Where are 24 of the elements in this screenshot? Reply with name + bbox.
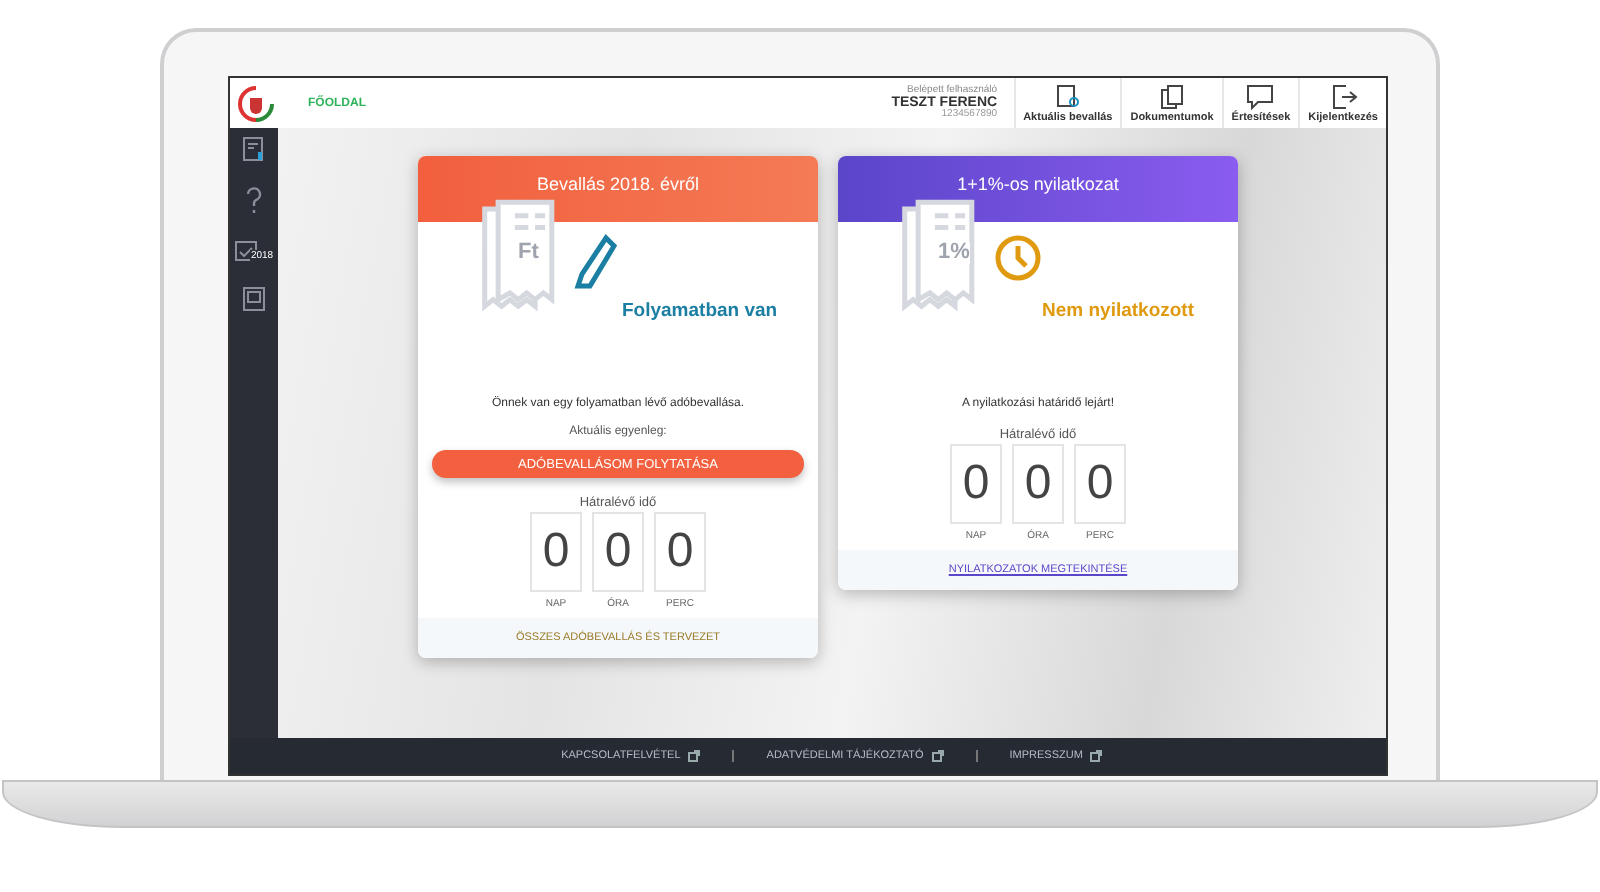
card-title: 1+1%-os nyilatkozat — [957, 174, 1119, 198]
chat-icon — [1246, 83, 1275, 109]
crest-logo — [236, 83, 276, 123]
receipt-label: Ft — [518, 242, 539, 264]
countdown-digit: 0 — [530, 512, 582, 592]
countdown-digit: 0 — [592, 512, 644, 592]
external-link-icon — [931, 750, 944, 762]
document-icon[interactable] — [242, 136, 266, 162]
receipt-label: 1% — [938, 242, 970, 264]
logout-icon — [1329, 83, 1358, 109]
card-title: Bevallás 2018. évről — [536, 174, 700, 198]
external-link-icon — [1090, 750, 1103, 762]
pen-icon — [574, 234, 618, 290]
countdown-digit: 0 — [654, 512, 706, 592]
clock-icon — [994, 234, 1042, 282]
help-icon[interactable] — [244, 186, 264, 214]
countdown-digit: 0 — [1012, 444, 1064, 524]
external-link-icon — [688, 750, 701, 762]
countdown-digit: 0 — [1074, 444, 1126, 524]
status-text: Folyamatban van — [622, 300, 778, 322]
documents-icon — [1158, 83, 1186, 109]
document-search-icon — [1053, 83, 1082, 109]
countdown-digit: 0 — [950, 444, 1002, 524]
status-text: Nem nyilatkozott — [1042, 300, 1195, 322]
